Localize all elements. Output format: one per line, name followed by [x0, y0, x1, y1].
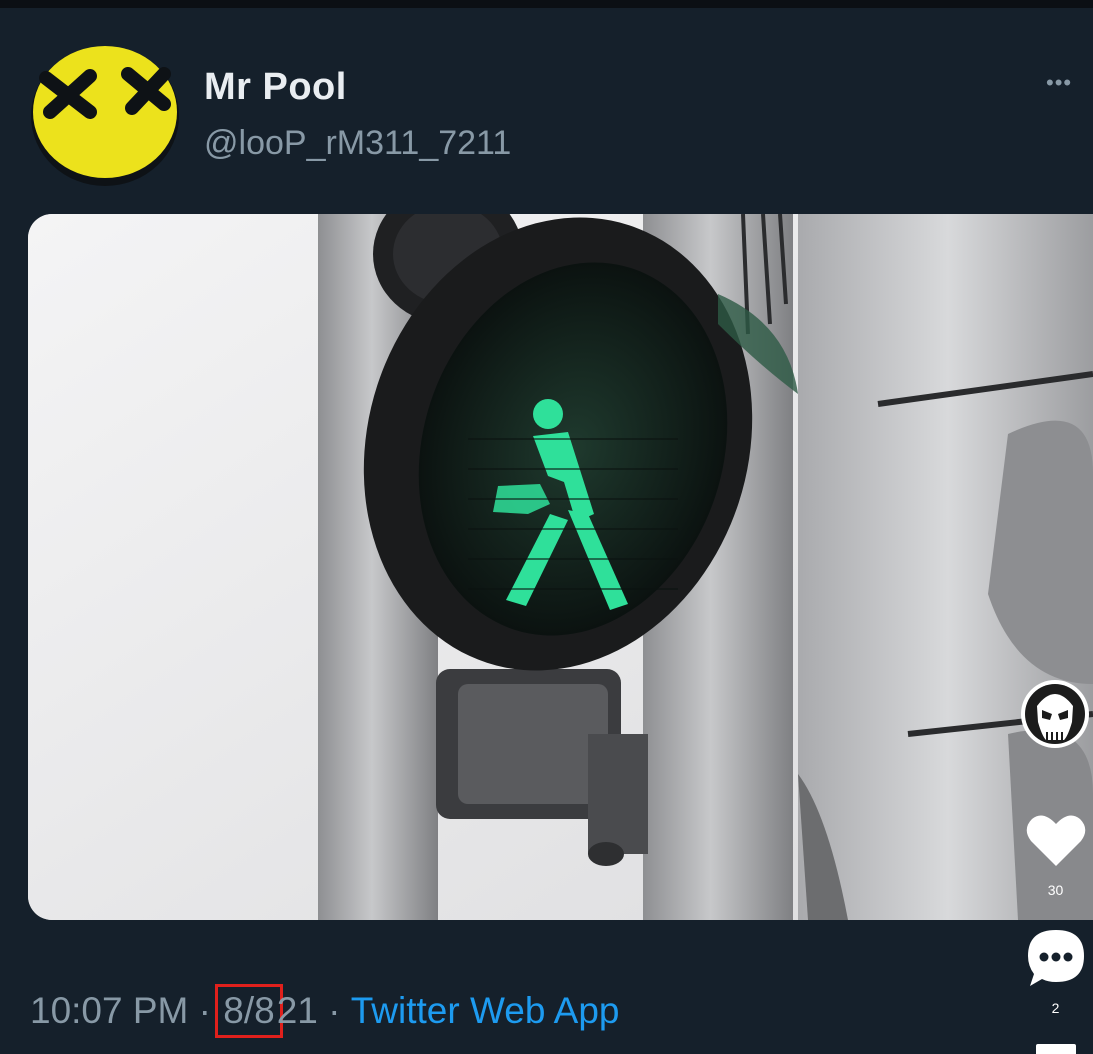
user-handle[interactable]: @looP_rM311_7211 [204, 124, 511, 163]
tweet-time[interactable]: 10:07 PM [30, 990, 188, 1032]
tweet-date-year[interactable]: 21 [277, 990, 318, 1032]
display-name[interactable]: Mr Pool [204, 66, 347, 109]
like-count: 30 [1047, 882, 1064, 898]
skull-icon[interactable] [1020, 676, 1090, 760]
tweet-date-highlighted[interactable]: 8/8 [215, 984, 283, 1038]
meta-separator: · [328, 990, 341, 1031]
comment-bubble-icon[interactable] [1026, 928, 1086, 988]
comment-count: 2 [1051, 1000, 1060, 1016]
tweet-photo[interactable] [28, 214, 1093, 920]
heart-icon[interactable] [1026, 812, 1086, 868]
ellipsis-icon[interactable]: ••• [1046, 70, 1072, 96]
profile-avatar[interactable] [28, 38, 182, 188]
tweet-source-link[interactable]: Twitter Web App [351, 990, 620, 1032]
top-edge-bar [0, 0, 1093, 8]
share-icon[interactable] [1036, 1044, 1076, 1054]
meta-separator: · [198, 990, 211, 1031]
tweet-meta: 10:07 PM · 8/821 · Twitter Web App [30, 984, 620, 1038]
